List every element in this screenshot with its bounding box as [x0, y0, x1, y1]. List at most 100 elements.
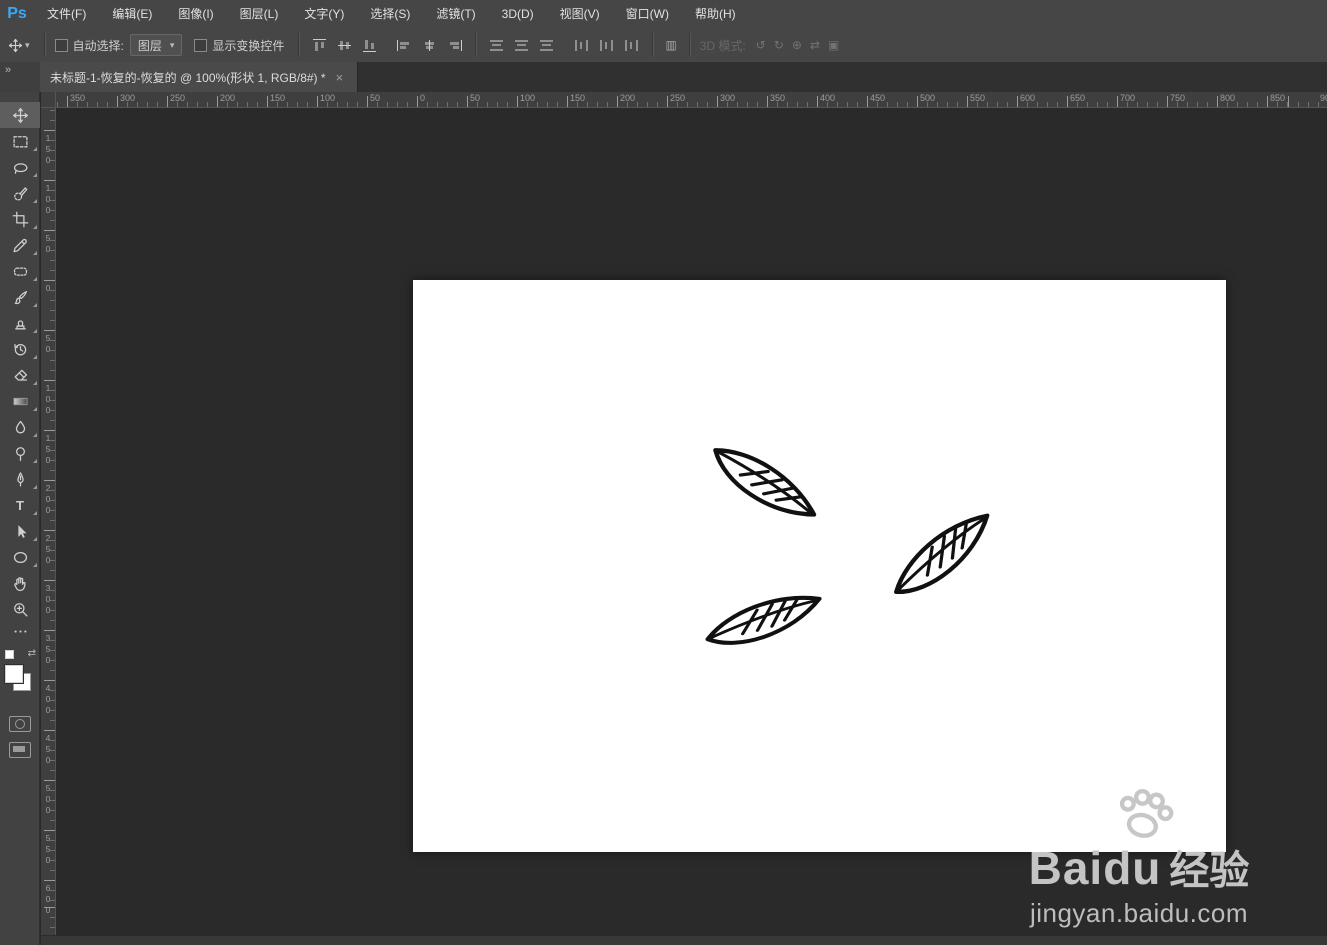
ruler-origin-corner[interactable]: [41, 92, 56, 108]
align-horizontal-centers-button[interactable]: [421, 38, 438, 53]
lasso-icon: [13, 162, 28, 174]
pen-tool[interactable]: [0, 466, 40, 492]
ruler-label: 550: [43, 833, 53, 866]
menu-bar: Ps 文件(F) 编辑(E) 图像(I) 图层(L) 文字(Y) 选择(S) 滤镜(T) 3D…: [0, 0, 1327, 29]
close-tab-button[interactable]: ×: [336, 70, 344, 85]
crop-icon: [12, 211, 28, 227]
quick-mask-mode-button[interactable]: [8, 716, 31, 732]
menu-item[interactable]: 文字(Y): [291, 0, 357, 28]
menu-item[interactable]: 视图(V): [547, 0, 613, 28]
blur-tool[interactable]: [0, 414, 40, 440]
separator: [298, 33, 300, 57]
pen-nib-icon: [16, 471, 24, 487]
swap-colors-icon[interactable]: ⇄: [28, 648, 36, 659]
align-bottom-edges-button[interactable]: [361, 38, 378, 53]
screen-mode-button[interactable]: [8, 742, 31, 758]
ellipsis-icon: [14, 629, 26, 633]
hand-tool[interactable]: [0, 570, 40, 596]
3d-pan-icon[interactable]: ⊕: [792, 38, 802, 52]
default-colors-icon[interactable]: [5, 650, 18, 663]
watermark-brand: Baidu: [1028, 842, 1162, 894]
gradient-tool[interactable]: [0, 388, 40, 414]
tool-preset-button[interactable]: ▾: [0, 38, 36, 53]
3d-orbit-icon[interactable]: ↺: [756, 38, 766, 52]
ruler-label: 200: [43, 483, 53, 516]
separator: [475, 33, 477, 57]
edit-toolbar-button[interactable]: [0, 622, 40, 640]
menu-item[interactable]: 图像(I): [165, 0, 226, 28]
3d-scale-icon[interactable]: ▣: [828, 38, 839, 52]
zoom-tool[interactable]: [0, 596, 40, 622]
watermark-suffix: 经验: [1169, 849, 1250, 893]
history-brush-tool[interactable]: [0, 336, 40, 362]
document-tab[interactable]: 未标题-1-恢复的-恢复的 @ 100%(形状 1, RGB/8#) * ×: [40, 62, 358, 92]
ruler-label: 250: [670, 93, 686, 103]
quick-selection-tool[interactable]: [0, 180, 40, 206]
ruler-label: 350: [70, 93, 86, 103]
3d-roll-icon[interactable]: ↻: [774, 38, 784, 52]
collapse-tool-panel-button[interactable]: »: [0, 62, 40, 92]
distribute-vertical-centers-button[interactable]: [513, 38, 530, 53]
align-right-edges-button[interactable]: [446, 38, 463, 53]
separator: [652, 33, 654, 57]
distribute-right-edges-button[interactable]: [623, 38, 640, 53]
menu-item[interactable]: 文件(F): [34, 0, 99, 28]
lasso-tool[interactable]: [0, 154, 40, 180]
auto-select-target-select[interactable]: 图层 ▾: [129, 34, 183, 56]
menu-items: 文件(F) 编辑(E) 图像(I) 图层(L) 文字(Y) 选择(S) 滤镜(T) 3D(D)…: [34, 0, 749, 28]
clone-stamp-icon: [14, 319, 26, 329]
menu-item[interactable]: 选择(S): [357, 0, 423, 28]
leaf-shapes: [413, 280, 1226, 852]
crop-tool[interactable]: [0, 206, 40, 232]
distribute-bottom-edges-button[interactable]: [538, 38, 555, 53]
3d-slide-icon[interactable]: ⇄: [810, 38, 820, 52]
ruler-label: 600: [43, 883, 53, 916]
type-tool[interactable]: T: [0, 492, 40, 518]
menu-item[interactable]: 帮助(H): [682, 0, 749, 28]
horizontal-ruler[interactable]: 350 300 250 200 150 100 50 0 50 100 150 200 250 300 35…: [56, 92, 1327, 108]
document-tab-bar: » 未标题-1-恢复的-恢复的 @ 100%(形状 1, RGB/8#) * ×: [0, 62, 1327, 93]
vertical-ruler[interactable]: 150 100 50 0 50 100 150 200 250 300 350 400 450 500 55…: [41, 108, 56, 935]
distribute-left-edges-button[interactable]: [573, 38, 590, 53]
ruler-label: 50: [43, 333, 53, 355]
foreground-color-swatch[interactable]: [5, 665, 23, 683]
align-left-edges-button[interactable]: [396, 38, 413, 53]
watermark-url: jingyan.baidu.com: [1029, 898, 1249, 928]
eyedropper-tool[interactable]: [0, 232, 40, 258]
document-tab-title: 未标题-1-恢复的-恢复的 @ 100%(形状 1, RGB/8#) *: [50, 70, 326, 85]
menu-item[interactable]: 窗口(W): [613, 0, 682, 28]
ruler-label: 750: [1170, 93, 1186, 103]
ruler-label: 0: [420, 93, 426, 103]
align-vertical-centers-button[interactable]: [336, 38, 353, 53]
auto-select-checkbox[interactable]: [54, 38, 68, 52]
canvas-workspace[interactable]: Baidu 经验 jingyan.baidu.com: [56, 108, 1327, 935]
menu-item[interactable]: 3D(D): [489, 0, 547, 28]
ruler-label: 300: [120, 93, 136, 103]
ruler-label: 650: [1070, 93, 1086, 103]
spot-healing-brush-tool[interactable]: [0, 258, 40, 284]
menu-item[interactable]: 滤镜(T): [423, 0, 488, 28]
menu-item[interactable]: 编辑(E): [99, 0, 165, 28]
eraser-tool[interactable]: [0, 362, 40, 388]
clone-stamp-tool[interactable]: [0, 310, 40, 336]
dodge-tool[interactable]: [0, 440, 40, 466]
distribute-spacing-icon[interactable]: ▥: [665, 38, 676, 52]
brush-icon: [14, 290, 27, 304]
distribute-top-edges-button[interactable]: [488, 38, 505, 53]
ruler-label: 800: [1220, 93, 1236, 103]
ellipse-tool[interactable]: [0, 544, 40, 570]
move-icon: [8, 38, 23, 52]
rectangular-marquee-tool[interactable]: [0, 128, 40, 154]
path-selection-tool[interactable]: [0, 518, 40, 544]
photoshop-logo: Ps: [7, 5, 27, 22]
move-tool[interactable]: [0, 102, 40, 128]
distribute-horizontal-centers-button[interactable]: [598, 38, 615, 53]
ruler-label: 850: [1270, 93, 1286, 103]
brush-tool[interactable]: [0, 284, 40, 310]
ruler-label: 550: [970, 93, 986, 103]
show-transform-checkbox[interactable]: [194, 38, 208, 52]
eyedropper-icon: [12, 238, 27, 252]
align-top-edges-button[interactable]: [311, 38, 328, 53]
blur-drop-icon: [15, 420, 25, 433]
menu-item[interactable]: 图层(L): [227, 0, 292, 28]
